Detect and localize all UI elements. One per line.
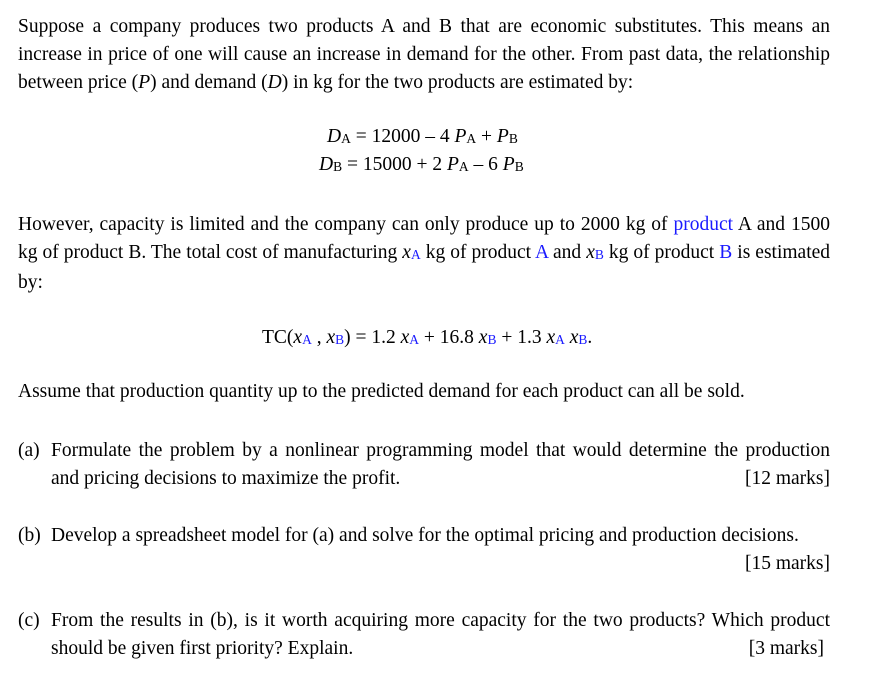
subscript: A [458, 159, 469, 174]
subscript: B [594, 247, 604, 262]
capacity-line-1: However, capacity is limited and the com… [18, 211, 830, 239]
var: P [446, 154, 459, 175]
question-text: Formulate the problem by a nonlinear pro… [51, 440, 830, 461]
capacity-paragraph: However, capacity is limited and the com… [18, 211, 830, 297]
text: ) in kg for the two products are estimat… [281, 72, 634, 93]
question-text: Develop a spreadsheet model for (a) and … [51, 525, 799, 546]
text: + 1.3 [496, 327, 547, 348]
var: P [454, 126, 467, 147]
subscript: A [466, 131, 477, 146]
subscript: B [333, 159, 343, 174]
var-x: x [400, 327, 410, 348]
text: TC( [262, 327, 294, 348]
marks: [3 marks] [748, 638, 824, 659]
demand-equation-b: DB = 15000 + 2 PA – 6 PB [319, 151, 524, 181]
question-b: (b) Develop a spreadsheet model for (a) … [18, 522, 830, 578]
text: – 6 [468, 154, 503, 175]
var: P [502, 154, 515, 175]
capacity-line-2: kg of product B. The total cost of manuf… [18, 239, 830, 269]
text: and [548, 242, 587, 263]
var-x: x [546, 327, 556, 348]
text: = 15000 + 2 [342, 154, 447, 175]
product-b-highlight: B [719, 242, 733, 263]
question-text: From the results in (b), is it worth acq… [51, 610, 830, 631]
subscript: A [341, 131, 351, 146]
intro-paragraph: Suppose a company produces two products … [18, 13, 830, 97]
var: D [319, 154, 334, 175]
var-x: x [586, 242, 595, 263]
product-a-highlight: A [535, 242, 549, 263]
var-x: x [293, 327, 303, 348]
text: However, capacity is limited and the com… [18, 214, 674, 235]
text: . [587, 327, 593, 348]
subscript: A [410, 247, 421, 262]
marks: [15 marks] [744, 553, 830, 574]
text: A and 1500 [733, 214, 830, 235]
intro-line-3: between price (P) and demand (D) in kg f… [18, 69, 830, 97]
subscript: A [555, 332, 565, 347]
text: kg of product [420, 242, 535, 263]
question-text: should be given first priority? Explain. [51, 638, 354, 659]
var: P [496, 126, 509, 147]
text: kg of product B. The total cost of manuf… [18, 242, 403, 263]
intro-line-2: increase in price of one will cause an i… [18, 44, 830, 65]
var: D [327, 126, 342, 147]
text: kg of product [603, 242, 720, 263]
question-a: (a) Formulate the problem by a nonlinear… [18, 437, 830, 493]
subscript: B [508, 131, 518, 146]
question-label: (b) [18, 525, 41, 546]
price-symbol: P [138, 72, 151, 93]
text: = 12000 – 4 [350, 126, 455, 147]
text: + [476, 126, 497, 147]
capacity-line-3: by: [18, 272, 43, 293]
intro-line-1: Suppose a company produces two products … [18, 16, 830, 37]
product-highlight: product [673, 214, 734, 235]
var-x: x [402, 242, 411, 263]
question-c: (c) From the results in (b), is it worth… [18, 607, 830, 663]
demand-equation-a: DA = 12000 – 4 PA + PB [327, 123, 518, 153]
text: is estimated [732, 242, 831, 263]
subscript: A [409, 332, 420, 347]
text: ) and demand ( [150, 72, 268, 93]
demand-symbol: D [267, 72, 282, 93]
subscript: B [514, 159, 524, 174]
var-x: x [326, 327, 336, 348]
assumption-text: Assume that production quantity up to th… [18, 381, 745, 402]
question-text: and pricing decisions to maximize the pr… [51, 468, 401, 489]
text: + 16.8 [419, 327, 479, 348]
subscript: B [335, 332, 345, 347]
text: , [311, 327, 327, 348]
total-cost-equation: TC(xA , xB) = 1.2 xA + 16.8 xB + 1.3 xA … [262, 324, 592, 354]
question-text-last: and pricing decisions to maximize the pr… [51, 465, 830, 493]
question-label: (a) [18, 440, 40, 461]
text: ) = 1.2 [344, 327, 401, 348]
question-text-last: should be given first priority? Explain.… [51, 635, 830, 663]
subscript: A [302, 332, 312, 347]
marks: [12 marks] [744, 468, 830, 489]
text: between price ( [18, 72, 139, 93]
question-label: (c) [18, 610, 40, 631]
